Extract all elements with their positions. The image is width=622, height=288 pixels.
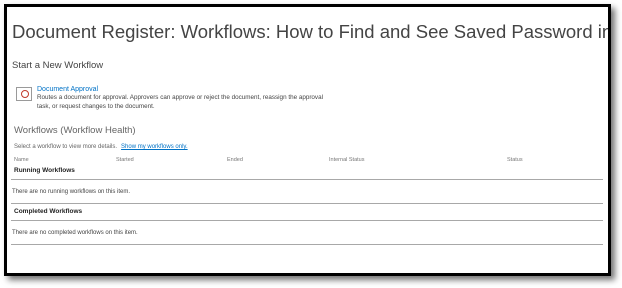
approval-workflow-icon[interactable]	[16, 87, 32, 101]
workflows-hint-text: Select a workflow to view more details.	[14, 144, 118, 150]
running-workflows-empty-message: There are no running workflows on this i…	[12, 189, 131, 195]
running-workflows-divider	[11, 179, 603, 180]
running-workflows-bottom-divider	[11, 203, 603, 204]
column-header-started[interactable]: Started	[116, 157, 134, 163]
document-approval-link[interactable]: Document Approval	[37, 86, 98, 93]
start-workflow-heading: Start a New Workflow	[12, 60, 104, 71]
workflows-heading: Workflows (Workflow Health)	[14, 125, 136, 136]
completed-workflows-bottom-divider	[11, 244, 603, 245]
completed-workflows-empty-message: There are no completed workflows on this…	[12, 230, 138, 236]
show-my-workflows-link[interactable]: Show my workflows only.	[121, 144, 188, 150]
column-header-internal-status[interactable]: Internal Status	[329, 157, 364, 163]
screenshot-frame: Document Register: Workflows: How to Fin…	[4, 4, 611, 276]
column-header-status[interactable]: Status	[507, 157, 523, 163]
column-header-ended[interactable]: Ended	[227, 157, 243, 163]
running-workflows-group[interactable]: Running Workflows	[14, 167, 75, 174]
completed-workflows-divider	[11, 220, 603, 221]
completed-workflows-group[interactable]: Completed Workflows	[14, 208, 82, 215]
workflows-hint: Select a workflow to view more details. S…	[14, 144, 188, 150]
column-header-name[interactable]: Name	[14, 157, 29, 163]
page-title: Document Register: Workflows: How to Fin…	[12, 21, 611, 42]
document-approval-description: Routes a document for approval. Approver…	[37, 94, 323, 110]
